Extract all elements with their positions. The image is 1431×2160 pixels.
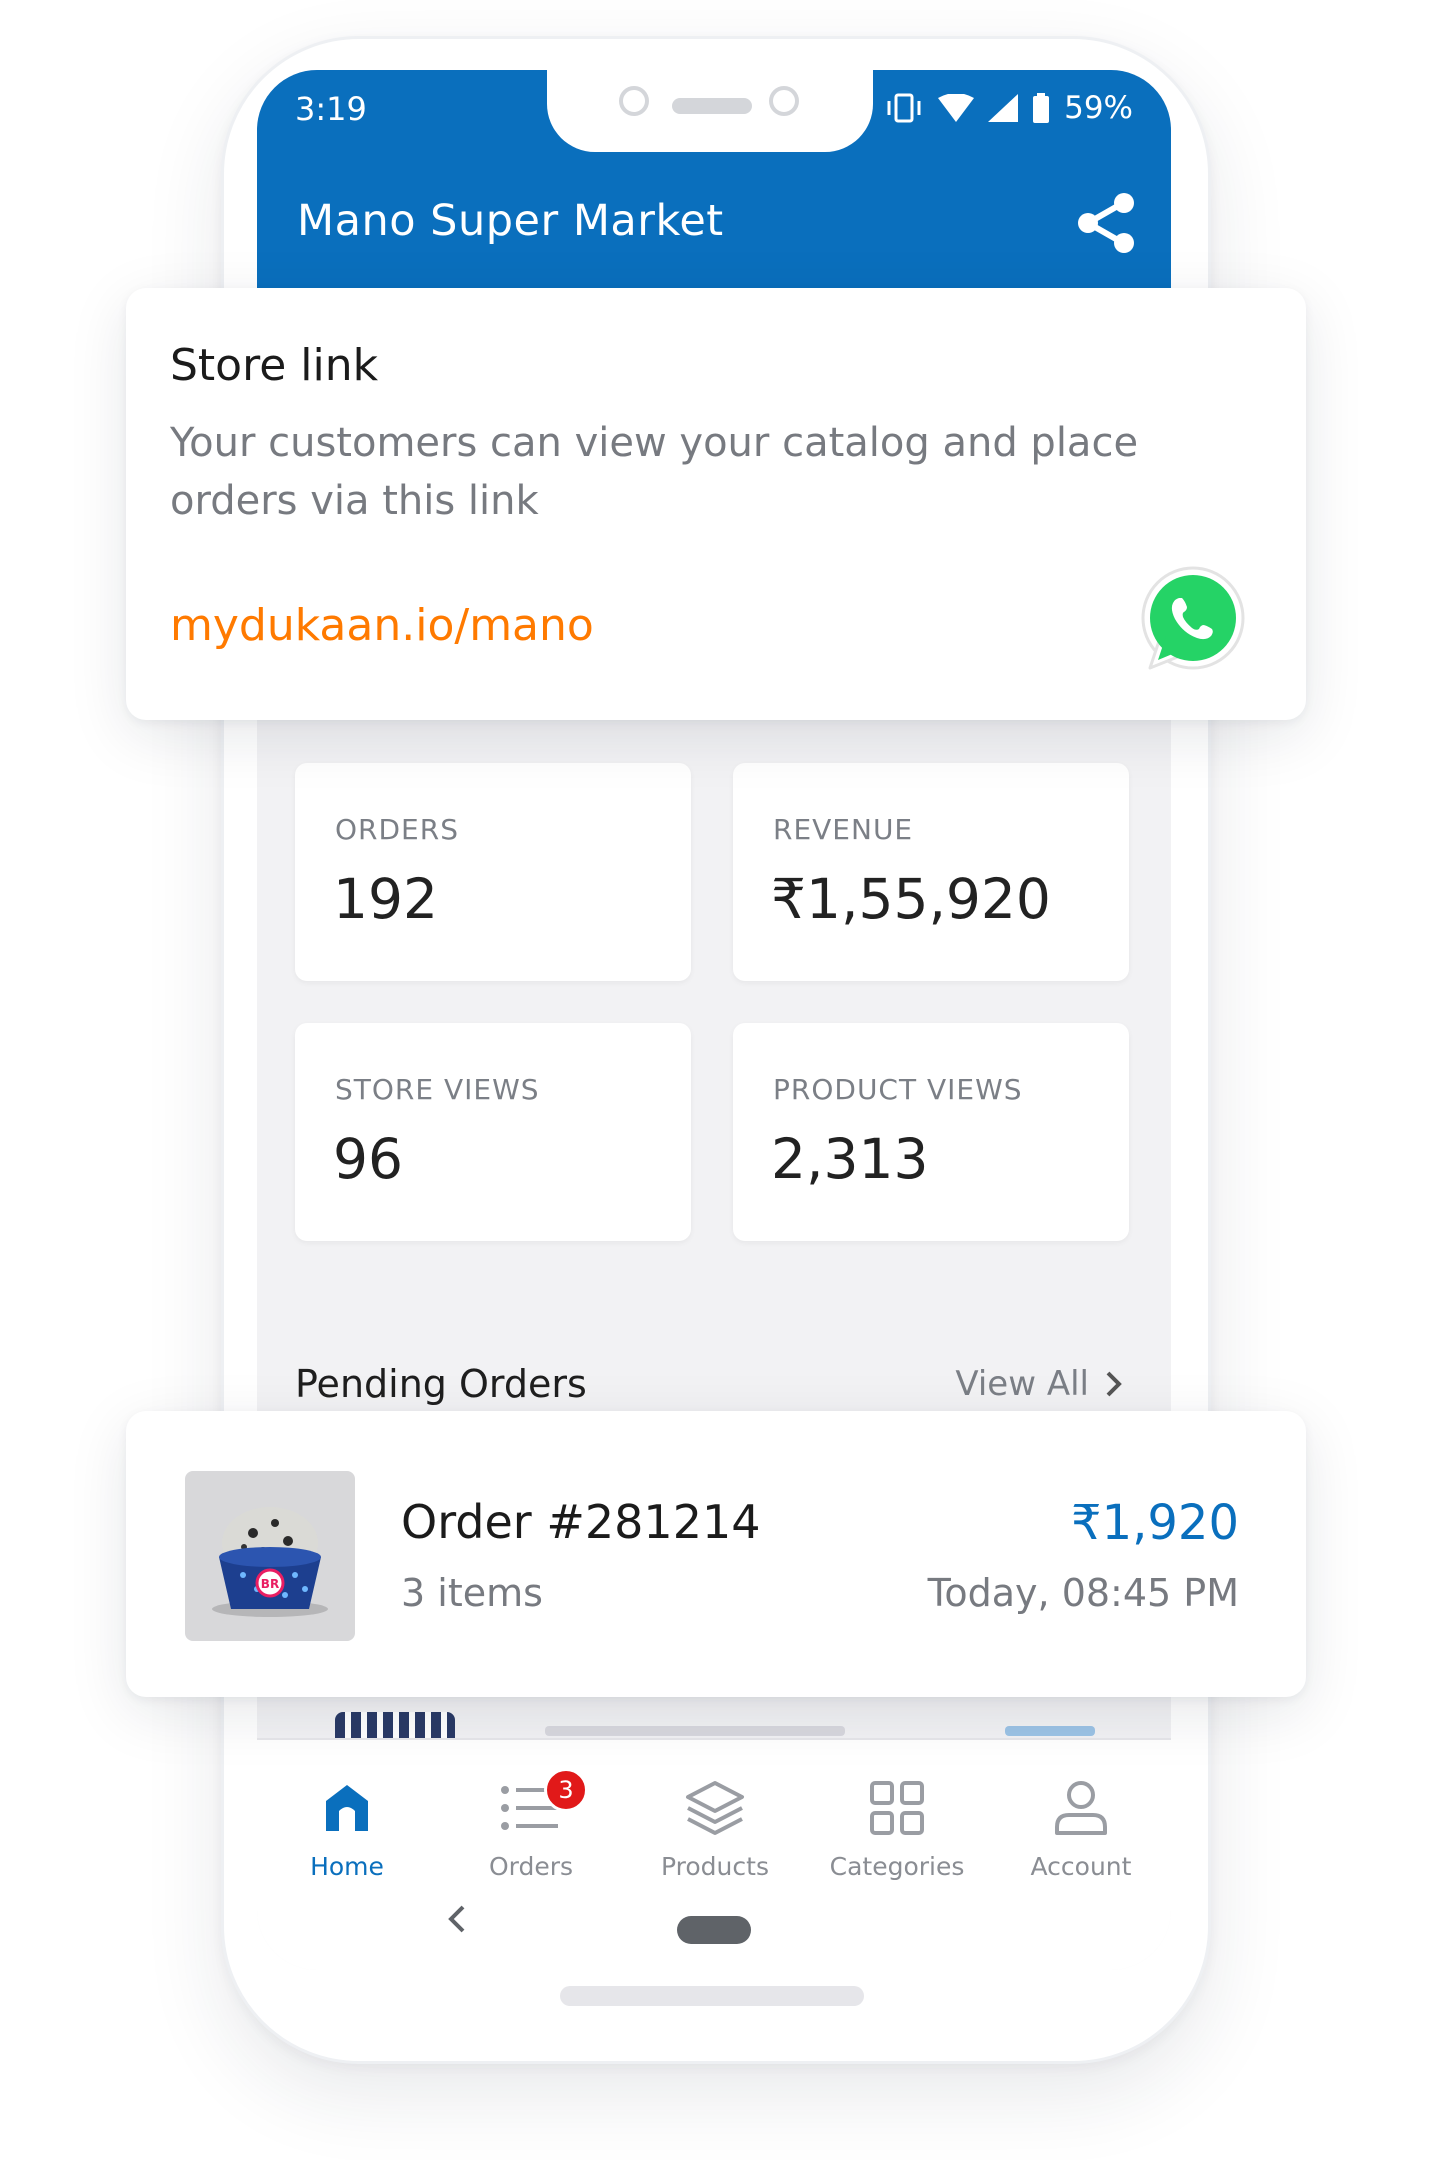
stat-card-revenue[interactable]: REVENUE ₹1,55,920 [733, 763, 1129, 981]
order-amount-placeholder [1005, 1726, 1095, 1736]
nav-item-products[interactable]: Products [625, 1770, 805, 1881]
status-icons: 59% [884, 90, 1133, 126]
pending-order-card[interactable]: BR Order #281214 3 items ₹1,920 Today, 0… [126, 1411, 1306, 1697]
nav-item-home[interactable]: Home [257, 1770, 437, 1881]
order-number: Order #281214 [401, 1495, 761, 1549]
stat-label: STORE VIEWS [335, 1073, 540, 1106]
bottom-navigation: Home 3 Orders Products Categories Accoun… [257, 1738, 1171, 1970]
brand-mark: BR [261, 1577, 279, 1591]
signal-icon [988, 94, 1019, 122]
stat-label: ORDERS [335, 813, 459, 846]
sensor-icon [769, 86, 799, 116]
nav-label: Categories [829, 1852, 965, 1881]
order-product-image: BR [185, 1471, 355, 1641]
stat-value: 192 [333, 867, 438, 931]
stat-label: PRODUCT VIEWS [773, 1073, 1023, 1106]
nav-label: Account [1030, 1852, 1132, 1881]
speaker-grille [672, 98, 752, 114]
user-icon [1054, 1770, 1108, 1846]
orders-count-badge: 3 [544, 1768, 588, 1812]
nav-item-account[interactable]: Account [991, 1770, 1171, 1881]
nav-label: Home [310, 1852, 384, 1881]
device-home-indicator [560, 1986, 864, 2006]
list-icon: 3 [500, 1768, 588, 1846]
battery-icon [1033, 93, 1050, 123]
layers-icon [684, 1770, 746, 1846]
order-thumbnail [335, 1712, 455, 1740]
home-icon [320, 1770, 374, 1846]
stat-card-store-views[interactable]: STORE VIEWS 96 [295, 1023, 691, 1241]
nav-item-orders[interactable]: 3 Orders [441, 1768, 621, 1881]
store-name-title: Mano Super Market [297, 196, 724, 246]
order-date: Today, 08:45 PM [927, 1571, 1239, 1615]
stat-value: ₹1,55,920 [771, 867, 1051, 931]
stat-value: 96 [333, 1127, 403, 1191]
order-list-item[interactable] [295, 1700, 1135, 1740]
nav-item-categories[interactable]: Categories [807, 1770, 987, 1881]
view-all-link[interactable]: View All [955, 1364, 1123, 1404]
store-link-card: Store link Your customers can view your … [126, 288, 1306, 720]
share-icon[interactable] [1073, 190, 1139, 256]
grid-icon [869, 1770, 925, 1846]
order-item-count: 3 items [401, 1571, 543, 1615]
stat-card-product-views[interactable]: PRODUCT VIEWS 2,313 [733, 1023, 1129, 1241]
camera-notch [547, 70, 873, 152]
whatsapp-icon[interactable] [1136, 564, 1248, 676]
camera-icon [619, 86, 649, 116]
stat-label: REVENUE [773, 813, 914, 846]
status-time: 3:19 [295, 90, 367, 128]
store-link-title: Store link [170, 340, 379, 391]
pending-orders-heading: Pending Orders [295, 1362, 587, 1406]
system-home-button[interactable] [677, 1916, 751, 1944]
app-bar: 3:19 59% Mano Super Market [257, 70, 1171, 292]
order-amount: ₹1,920 [1071, 1495, 1239, 1551]
nav-label: Products [661, 1852, 769, 1881]
stat-value: 2,313 [771, 1127, 929, 1191]
vibrate-icon [887, 93, 921, 123]
chevron-right-icon [1106, 1371, 1122, 1397]
store-link-description: Your customers can view your catalog and… [170, 420, 1139, 524]
wifi-icon [938, 94, 975, 122]
order-title-placeholder [545, 1726, 845, 1736]
back-icon[interactable] [447, 1904, 467, 1934]
nav-label: Orders [488, 1852, 574, 1881]
store-url-link[interactable]: mydukaan.io/mano [170, 600, 594, 651]
battery-percent: 59% [1064, 90, 1133, 126]
view-all-label: View All [955, 1364, 1089, 1404]
stat-card-orders[interactable]: ORDERS 192 [295, 763, 691, 981]
